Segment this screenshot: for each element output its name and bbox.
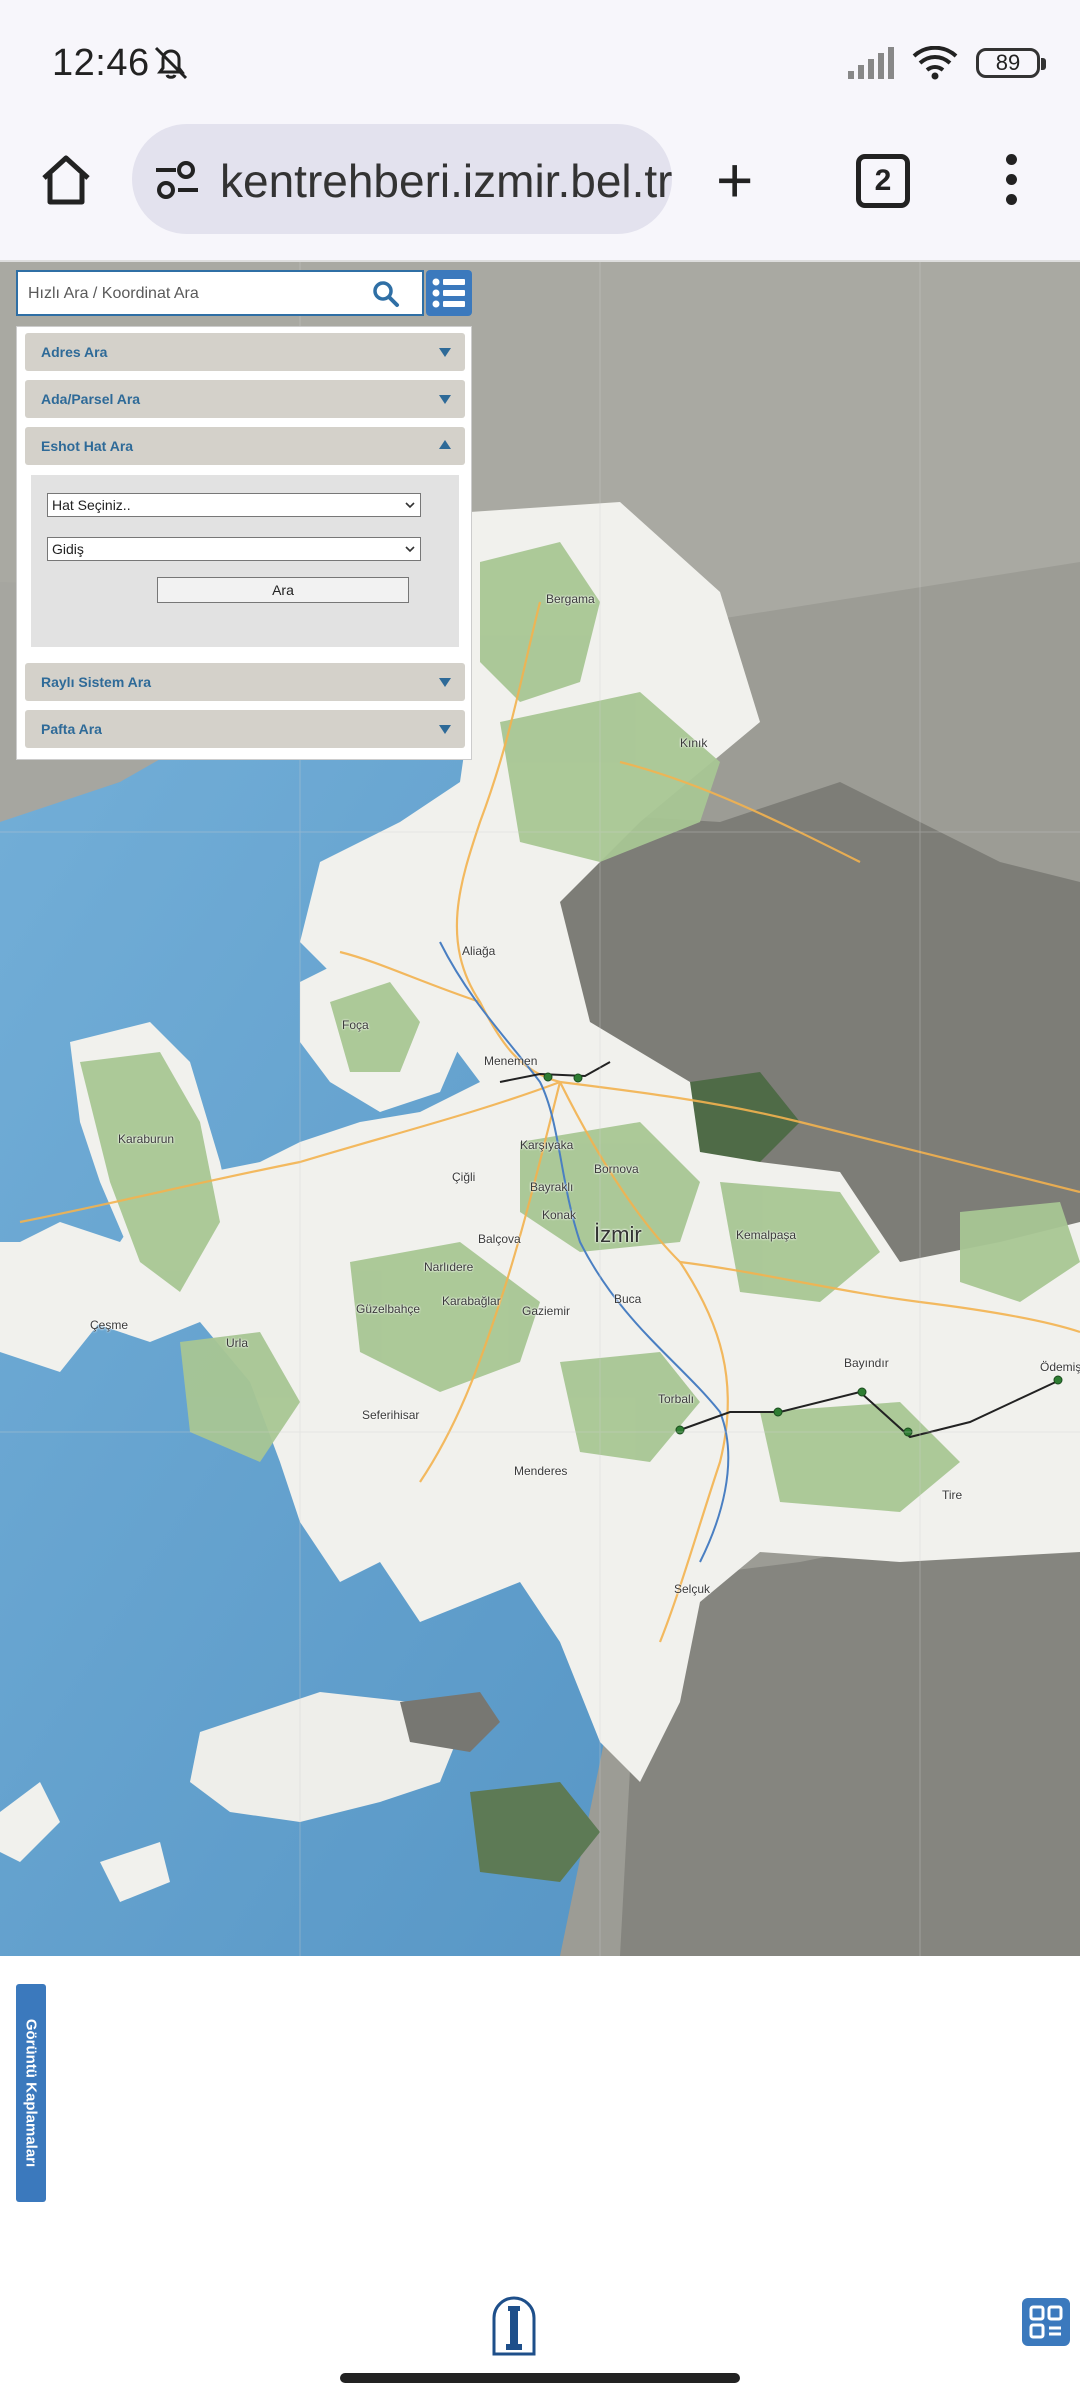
chevron-down-icon [439, 725, 451, 734]
wifi-icon [912, 46, 958, 80]
map-label-narlidere: Narlıdere [424, 1260, 474, 1274]
accordion-label: Ada/Parsel Ara [41, 391, 141, 407]
more-vert-icon[interactable] [1006, 154, 1018, 206]
map-label-karaburun: Karaburun [118, 1132, 175, 1146]
signal-icon [848, 47, 894, 79]
map-label-bergama: Bergama [546, 592, 595, 606]
tab-count: 2 [874, 164, 892, 197]
map-label-guzelbahce: Güzelbahçe [356, 1302, 421, 1316]
map-label-kemalpasa: Kemalpaşa [736, 1228, 797, 1242]
izmir-logo-icon[interactable] [490, 2296, 538, 2356]
image-overlays-tab[interactable]: Görüntü Kaplamaları [16, 1984, 46, 2202]
accordion-label: Eshot Hat Ara [41, 438, 134, 454]
search-panel: Adres Ara Ada/Parsel Ara Eshot Hat Ara H… [16, 326, 472, 760]
bell-off-icon [154, 46, 188, 80]
eshot-hat-ara-body: Hat Seçiniz.. Gidiş Ara [25, 469, 465, 651]
direction-select[interactable]: Gidiş [47, 537, 421, 561]
accordion-label: Adres Ara [41, 344, 108, 360]
chevron-down-icon [439, 395, 451, 404]
accordion-pafta-ara[interactable]: Pafta Ara [25, 710, 465, 748]
map-label-selcuk: Selçuk [674, 1582, 711, 1596]
accordion-label: Raylı Sistem Ara [41, 674, 151, 690]
map-label-bornova: Bornova [594, 1162, 639, 1176]
status-bar: 12:46 89 [0, 0, 1080, 120]
grid-menu-icon[interactable] [1022, 2298, 1070, 2346]
map-label-cigli: Çiğli [452, 1170, 476, 1184]
image-overlays-label: Görüntü Kaplamaları [22, 2018, 40, 2168]
site-settings-icon[interactable] [154, 160, 202, 200]
map-label-cesme: Çeşme [90, 1318, 129, 1332]
map-label-seferihisar: Seferihisar [362, 1408, 420, 1422]
tabs-icon[interactable]: 2 [856, 154, 910, 208]
map-label-menderes: Menderes [514, 1464, 568, 1478]
accordion-eshot-hat-ara[interactable]: Eshot Hat Ara [25, 427, 465, 465]
chevron-down-icon [439, 678, 451, 687]
map-label-karsiyaka: Karşıyaka [520, 1138, 574, 1152]
accordion-adres-ara[interactable]: Adres Ara [25, 333, 465, 371]
map-label-torbali: Torbalı [658, 1392, 695, 1406]
status-icons: 89 [846, 46, 1046, 80]
list-menu-button[interactable] [426, 270, 472, 316]
map-label-gaziemir: Gaziemir [522, 1304, 571, 1318]
line-select[interactable]: Hat Seçiniz.. [47, 493, 421, 517]
map-label-foca: Foça [342, 1018, 369, 1032]
address-bar[interactable]: kentrehberi.izmir.bel.tr [132, 124, 672, 234]
quick-search-box [16, 270, 424, 316]
plus-icon[interactable]: + [716, 148, 753, 212]
map-label-bayindir: Bayındır [844, 1356, 889, 1370]
status-time: 12:46 [52, 42, 150, 84]
map-label-tire: Tire [942, 1488, 963, 1502]
search-icon[interactable] [372, 280, 400, 308]
chevron-down-icon [405, 546, 415, 553]
map-label-konak: Konak [542, 1208, 577, 1222]
ara-button[interactable]: Ara [157, 577, 409, 603]
battery-icon: 89 [976, 48, 1046, 78]
search-input[interactable] [26, 278, 360, 310]
accordion-ada-parsel-ara[interactable]: Ada/Parsel Ara [25, 380, 465, 418]
accordion-label: Pafta Ara [41, 721, 102, 737]
chevron-down-icon [405, 502, 415, 509]
map-label-balcova: Balçova [478, 1232, 521, 1246]
browser-toolbar: kentrehberi.izmir.bel.tr + 2 [0, 120, 1080, 262]
accordion-rayli-sistem-ara[interactable]: Raylı Sistem Ara [25, 663, 465, 701]
battery-level: 89 [995, 50, 1021, 75]
url-text[interactable]: kentrehberi.izmir.bel.tr [220, 154, 672, 208]
chevron-down-icon [439, 348, 451, 357]
line-select-value: Hat Seçiniz.. [52, 497, 131, 513]
map-label-urla: Urla [226, 1336, 249, 1350]
list-icon [432, 278, 465, 308]
home-icon[interactable] [38, 152, 94, 208]
map-label-buca: Buca [614, 1292, 642, 1306]
map-label-kinik: Kınık [680, 736, 708, 750]
map-label-izmir: İzmir [594, 1222, 642, 1247]
map-label-karabaglar: Karabağlar [442, 1294, 501, 1308]
eshot-form: Hat Seçiniz.. Gidiş Ara [31, 475, 459, 647]
direction-select-value: Gidiş [52, 541, 84, 557]
map-label-odemis: Ödemiş [1040, 1360, 1080, 1374]
chevron-up-icon [439, 440, 451, 449]
map-label-menemen: Menemen [484, 1054, 538, 1068]
home-indicator[interactable] [340, 2373, 740, 2383]
map-label-aliaga: Aliağa [462, 944, 496, 958]
grid-glyph [1029, 2305, 1063, 2339]
map-label-bayrakli: Bayraklı [530, 1180, 574, 1194]
